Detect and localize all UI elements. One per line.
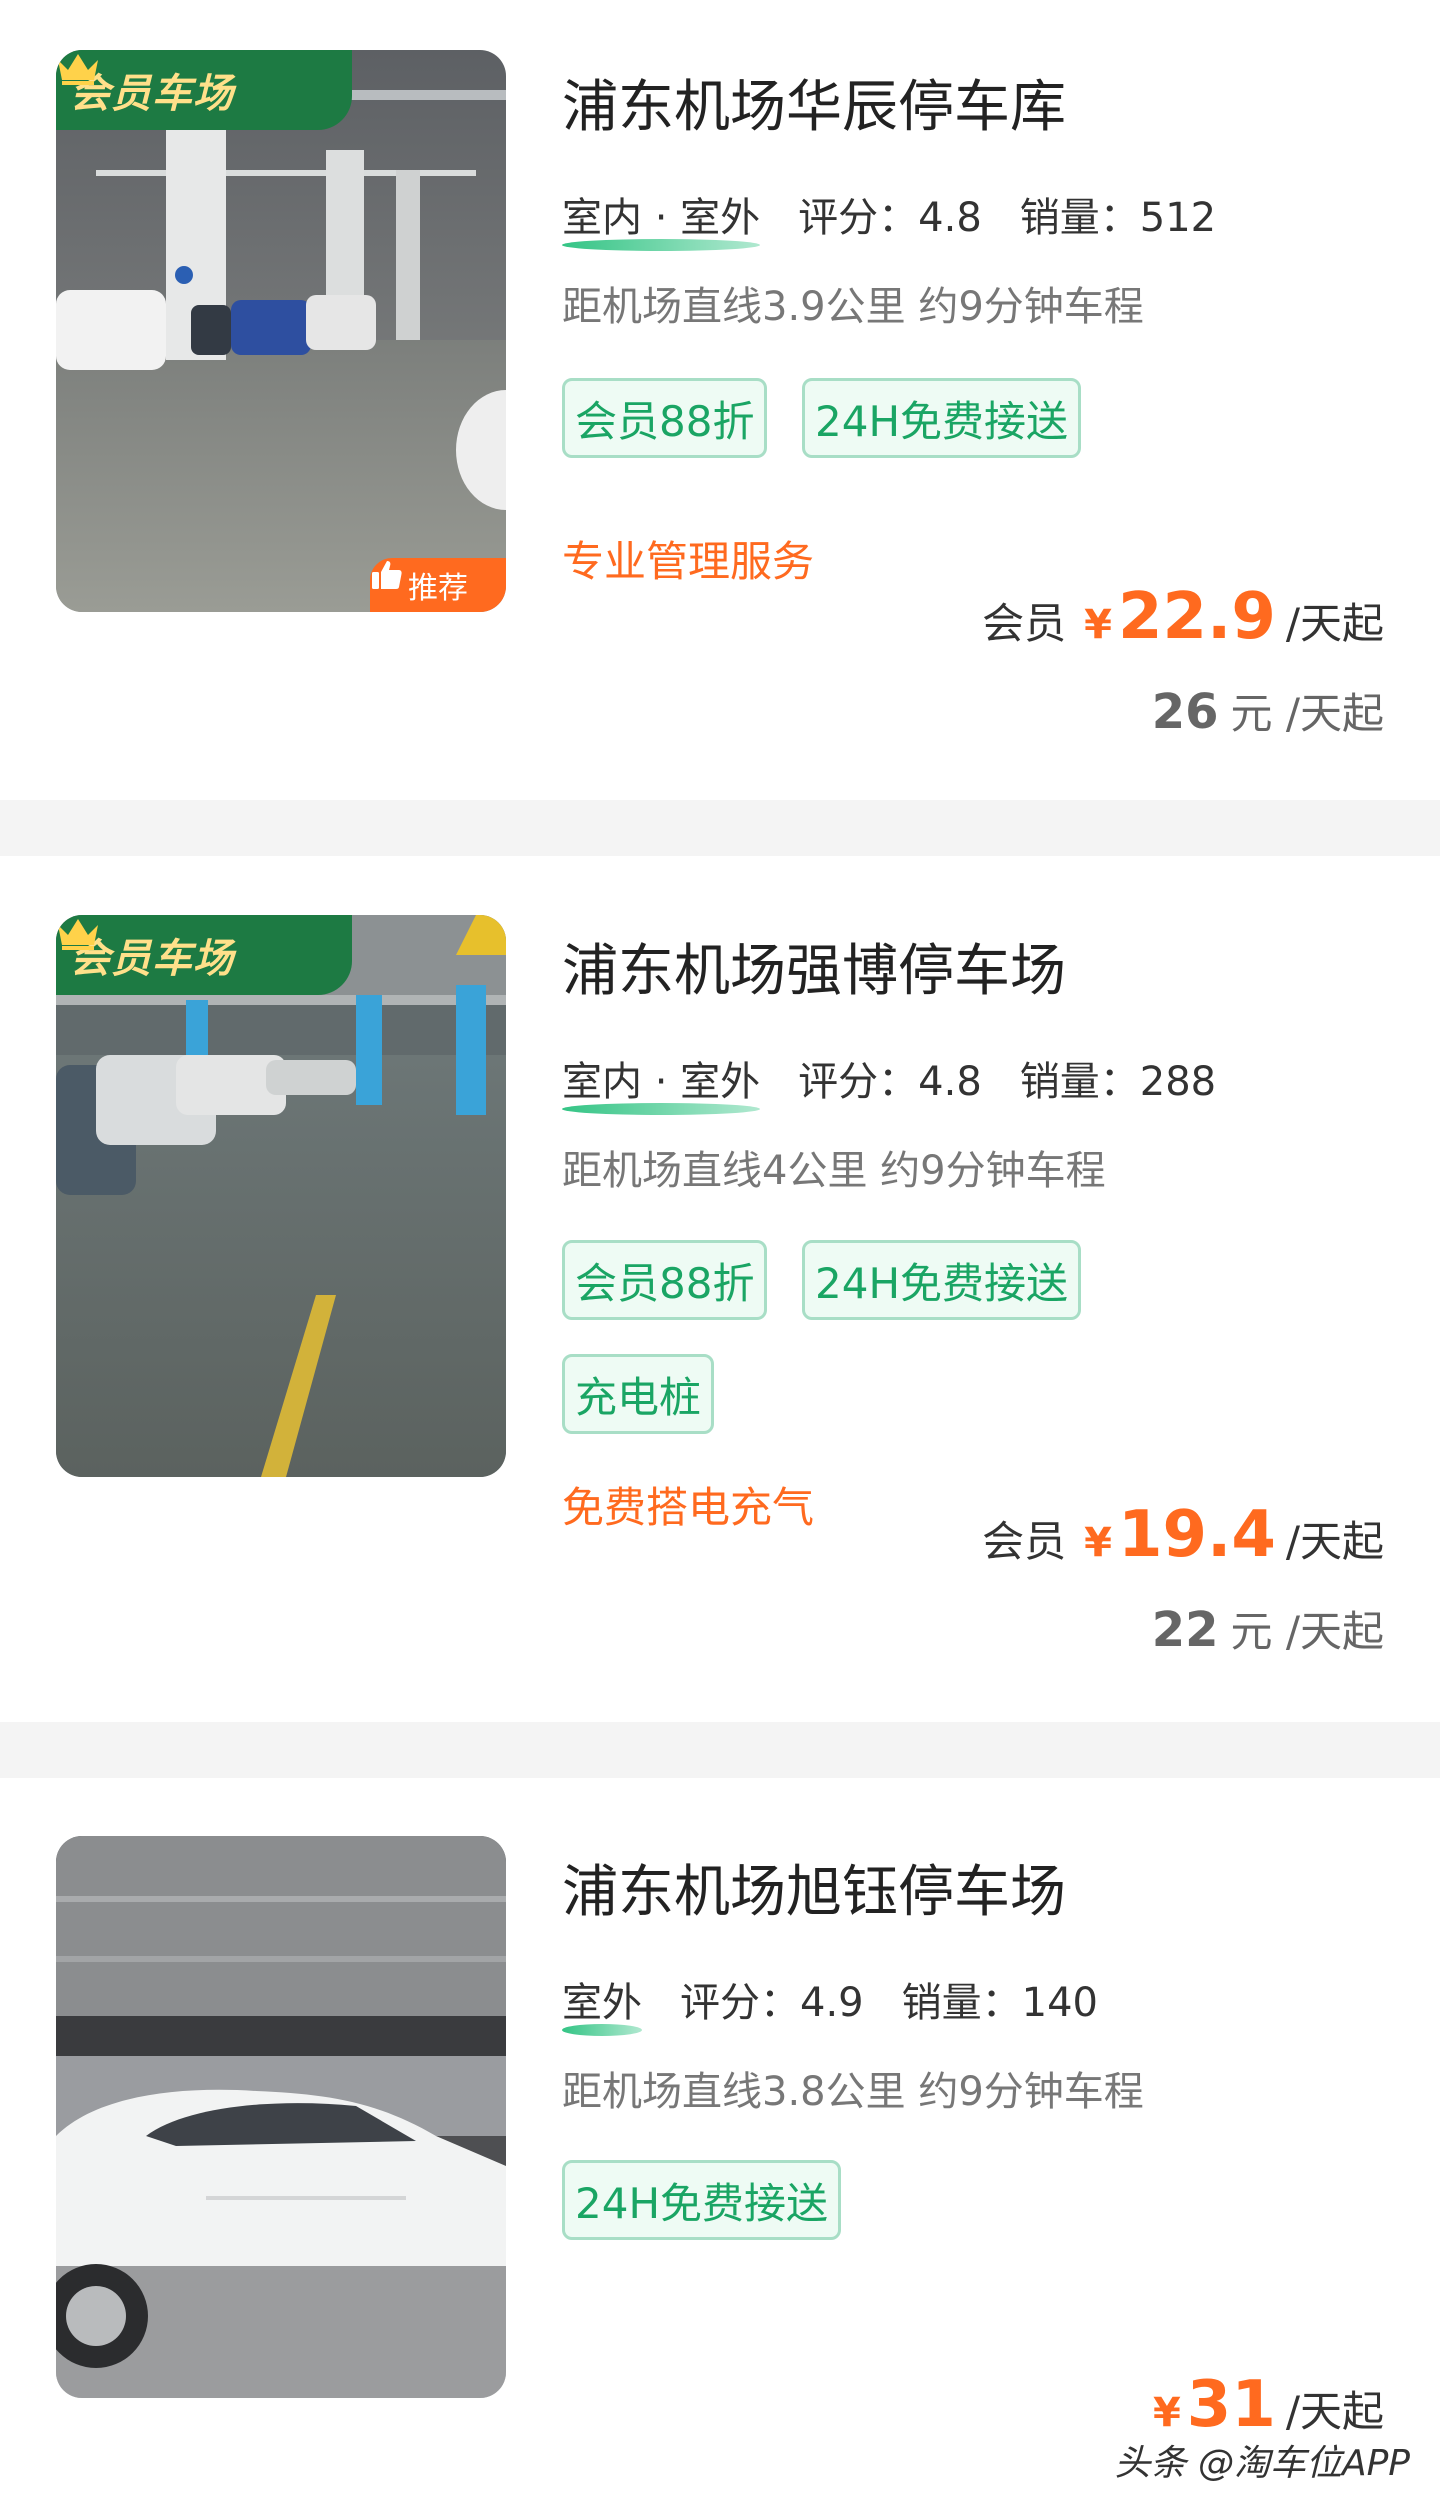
price-unit: /天起 (1285, 2387, 1384, 2436)
parking-photo[interactable]: 会员车场 推荐 (56, 50, 506, 612)
parking-promo: 专业管理服务 (562, 537, 815, 586)
thumbs-up-icon (372, 561, 402, 589)
price-amount: 31 (1186, 2368, 1276, 2442)
parking-type: 室内 · 室外 (562, 1049, 761, 1115)
parking-sales: 销量：288 (1019, 1059, 1217, 1105)
original-price-unit: 元 /天起 (1230, 689, 1384, 738)
parking-card[interactable]: 会员车场 推荐 浦东机场华辰停车库 室内 · 室外 评分：4.8 销量：512 … (0, 0, 1440, 800)
recommend-badge-label: 推荐 (408, 571, 468, 606)
parking-sales: 销量：512 (1019, 195, 1217, 241)
original-price-unit: 元 /天起 (1230, 1607, 1384, 1656)
price: ¥ 31 /天起 (1153, 2368, 1384, 2442)
card-divider (0, 1722, 1440, 1778)
member-price-label: 会员 (982, 599, 1067, 648)
parking-type: 室外 (562, 1970, 642, 2036)
tag-charging-pile: 充电桩 (562, 1354, 715, 1434)
price-unit: /天起 (1285, 1517, 1384, 1566)
parking-rating: 评分：4.9 (680, 1980, 864, 2026)
parking-title[interactable]: 浦东机场旭钰停车场 (562, 1847, 1066, 1928)
tag-member-discount: 会员88折 (562, 1240, 768, 1320)
vip-parking-badge: 会员车场 (56, 915, 352, 995)
recommend-badge: 推荐 (370, 558, 506, 612)
currency-symbol: ¥ (1084, 1520, 1112, 1566)
parking-sales: 销量：140 (901, 1980, 1098, 2026)
parking-distance: 距机场直线4公里 约9分钟车程 (562, 1148, 1106, 1194)
tag-member-discount: 会员88折 (562, 378, 768, 458)
currency-symbol: ¥ (1084, 602, 1112, 648)
member-price: 会员 ¥ 19.4 /天起 (982, 1498, 1384, 1572)
member-price-label: 会员 (982, 1517, 1067, 1566)
parking-distance: 距机场直线3.8公里 约9分钟车程 (562, 2069, 1144, 2115)
parking-meta: 室外 评分：4.9 销量：140 (562, 1970, 1098, 2036)
crown-icon (58, 919, 98, 950)
garage-photo-image (56, 915, 506, 1477)
parking-distance: 距机场直线3.9公里 约9分钟车程 (562, 284, 1144, 330)
card-divider (0, 800, 1440, 856)
parking-photo[interactable]: 会员车场 (56, 915, 506, 1477)
parking-card[interactable]: 浦东机场旭钰停车场 室外 评分：4.9 销量：140 距机场直线3.8公里 约9… (0, 1778, 1440, 2504)
tag-free-shuttle: 24H免费接送 (562, 2160, 842, 2240)
garage-photo-image (56, 50, 506, 612)
currency-symbol: ¥ (1152, 2390, 1181, 2436)
member-price: 会员 ¥ 22.9 /天起 (982, 580, 1384, 654)
crown-icon (58, 54, 98, 85)
vip-parking-badge: 会员车场 (56, 50, 352, 130)
original-price: 22 元 /天起 (1152, 1598, 1384, 1659)
parking-title[interactable]: 浦东机场华辰停车库 (562, 62, 1066, 143)
price-amount: 22.9 (1117, 580, 1276, 654)
parking-type: 室内 · 室外 (562, 185, 761, 251)
parking-rating: 评分：4.8 (798, 1059, 982, 1105)
tag-free-shuttle: 24H免费接送 (802, 378, 1082, 458)
parking-title[interactable]: 浦东机场强博停车场 (562, 926, 1066, 1007)
parking-rating: 评分：4.8 (798, 195, 982, 241)
parking-meta: 室内 · 室外 评分：4.8 销量：512 (562, 185, 1217, 251)
original-price: 26 元 /天起 (1152, 680, 1384, 741)
price-unit: /天起 (1285, 599, 1384, 648)
parking-photo[interactable] (56, 1836, 506, 2398)
parking-meta: 室内 · 室外 评分：4.8 销量：288 (562, 1049, 1217, 1115)
garage-photo-image (56, 1836, 506, 2398)
tag-free-shuttle: 24H免费接送 (802, 1240, 1082, 1320)
price-amount: 19.4 (1117, 1498, 1276, 1572)
original-price-amount: 26 (1151, 684, 1219, 740)
parking-card[interactable]: 会员车场 浦东机场强博停车场 室内 · 室外 评分：4.8 销量：288 距机场… (0, 856, 1440, 1722)
parking-promo: 免费搭电充气 (562, 1483, 815, 1532)
original-price-amount: 22 (1151, 1602, 1219, 1658)
watermark: 头条 @淘车位APP (1114, 2443, 1411, 2484)
